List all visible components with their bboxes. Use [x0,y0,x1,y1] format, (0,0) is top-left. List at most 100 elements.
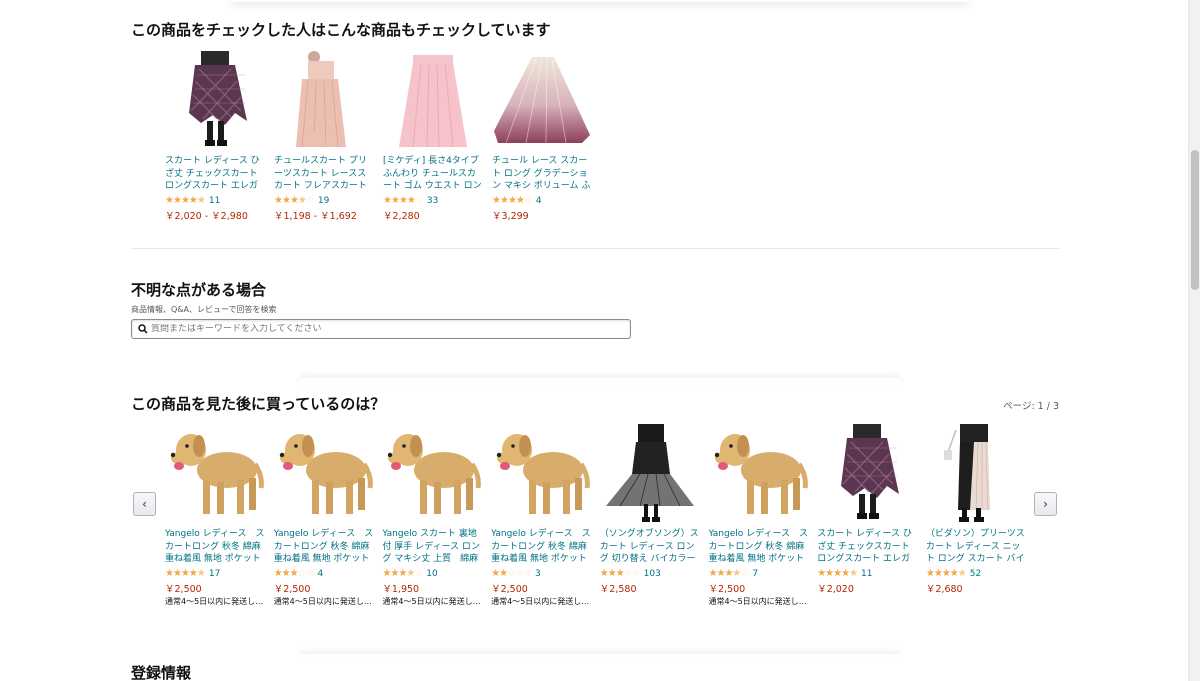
product-price: ￥2,500 [491,584,528,595]
question-search-box[interactable] [131,319,631,339]
product-image[interactable] [165,424,265,524]
product-image[interactable] [165,51,265,151]
product-card[interactable]: （ソングオブソング）スカート レディース ロング 切り替え バイカラー ウエスト… [600,424,700,595]
product-title-link[interactable]: スカート レディース ひざ丈 チェックスカート ロングスカート エレガント フレ… [165,155,265,193]
page-indicator: ページ: 1 / 3 [1003,401,1059,412]
product-title-link[interactable]: Yangelo スカート 裏地付 厚手 レディース ロング マキシ丈 上質 綿麻… [382,528,482,566]
rating-count-link[interactable]: 10 [426,569,437,579]
search-icon [135,324,151,334]
product-price: ￥2,020 - ￥2,980 [165,211,248,222]
product-title-link[interactable]: [ミケディ] 長さ4タイプ ふんわり チュールスカート ゴム ウエスト ロング … [383,155,483,193]
rating-count-link[interactable]: 19 [318,196,329,206]
section-title-questions: 不明な点がある場合 [131,281,267,299]
product-rating[interactable]: ★★★★☆ 7 [709,568,809,580]
product-card[interactable]: Yangelo レディース スカートロング 秋冬 綿麻 重ね着風 無地 ポケット… [709,424,809,607]
product-image[interactable] [274,51,374,151]
rating-count-link[interactable]: 33 [427,196,438,206]
product-price: ￥2,680 [925,584,963,595]
section-title-bought-after-viewing: この商品を見た後に買っているのは？ [131,395,386,413]
product-image[interactable] [709,424,809,524]
product-rating[interactable]: ★★★★☆ 19 [274,195,374,207]
product-rating[interactable]: ★★★☆☆ 4 [274,568,374,580]
product-rating[interactable]: ★★★★★ 52 [926,568,1026,580]
product-title-link[interactable]: Yangelo レディース スカートロング 秋冬 綿麻 重ね着風 無地 ポケット… [165,528,265,566]
product-card[interactable]: チュールスカート プリーツスカート レーススカート フレアスカート 切り替え シ… [274,51,374,222]
carousel-prev-button[interactable]: ‹ [133,492,156,516]
rating-count-link[interactable]: 103 [644,569,661,579]
product-image[interactable] [274,424,374,524]
product-title-link[interactable]: Yangelo レディース スカートロング 秋冬 綿麻 重ね着風 無地 ポケット… [274,528,374,566]
product-price: ￥2,280 [383,211,420,222]
rating-stars-icon[interactable]: ★★★☆☆ [600,569,641,579]
product-rating[interactable]: ★★★★★ 11 [165,195,265,207]
product-image[interactable] [492,51,592,151]
product-title-link[interactable]: （ソングオブソング）スカート レディース ロング 切り替え バイカラー ウエスト… [600,528,700,566]
rating-count-link[interactable]: 3 [535,569,541,579]
rating-count-link[interactable]: 52 [970,569,981,579]
rating-stars-icon[interactable]: ★★★★★ [817,569,858,579]
rating-stars-icon[interactable]: ★★★★★ [165,569,206,579]
product-price: ￥1,950 [382,584,420,595]
delivery-info: 通常4～5日以内に発送します。 [708,597,809,606]
product-image[interactable] [383,51,483,151]
rating-stars-icon[interactable]: ★★★★★ [926,569,967,579]
rating-stars-icon[interactable]: ★★★★☆ [492,196,533,206]
product-price: ￥2,020 [817,584,854,595]
section-title-registration: 登録情報 [131,664,192,681]
delivery-info: 通常4～5日以内に発送します。 [382,597,482,606]
product-card[interactable]: チュール レース スカート ロング グラデーション マキシ ボリューム ふんわり… [492,51,592,222]
product-rating[interactable]: ★★☆☆☆ 3 [491,568,591,580]
rating-stars-icon[interactable]: ★★★★★ [165,196,206,206]
rating-count-link[interactable]: 11 [861,569,872,579]
rating-stars-icon[interactable]: ★★☆☆☆ [491,569,532,579]
product-card[interactable]: Yangelo レディース スカートロング 秋冬 綿麻 重ね着風 無地 ポケット… [491,424,591,607]
product-image[interactable] [600,424,700,524]
product-image[interactable] [382,424,482,524]
rating-count-link[interactable]: 11 [209,196,220,206]
search-hint: 商品情報、Q&A、レビューで回答を検索 [131,305,277,314]
product-title-link[interactable]: Yangelo レディース スカートロング 秋冬 綿麻 重ね着風 無地 ポケット… [491,528,591,566]
rating-count-link[interactable]: 4 [318,569,324,579]
product-rating[interactable]: ★★★☆☆ 103 [600,568,700,580]
product-title-link[interactable]: Yangelo レディース スカートロング 秋冬 綿麻 重ね着風 無地 ポケット… [709,528,809,566]
product-card[interactable]: （ビダソン）プリーツスカート レディース ニット ロング スカート バイカラー … [926,424,1026,595]
delivery-info: 通常4～5日以内に発送します。 [165,597,265,606]
product-card[interactable]: スカート レディース ひざ丈 チェックスカート ロングスカート エレガント フレ… [817,424,917,595]
section-divider [131,248,1060,249]
product-card[interactable]: Yangelo レディース スカートロング 秋冬 綿麻 重ね着風 無地 ポケット… [165,424,265,607]
product-price: ￥2,500 [273,584,311,595]
rating-count-link[interactable]: 7 [752,569,758,579]
scrollbar-thumb[interactable] [1191,150,1199,290]
carousel-next-button[interactable]: › [1034,492,1057,516]
product-image[interactable] [926,424,1026,524]
product-card[interactable]: Yangelo スカート 裏地付 厚手 レディース ロング マキシ丈 上質 綿麻… [382,424,482,607]
product-price: ￥2,500 [165,584,202,595]
rating-stars-icon[interactable]: ★★★★☆ [709,569,750,579]
rating-stars-icon[interactable]: ★★★★☆ [274,196,315,206]
product-price: ￥2,580 [599,584,637,595]
rating-stars-icon[interactable]: ★★★★☆ [382,569,423,579]
page-scrollbar[interactable] [1188,0,1200,681]
product-title-link[interactable]: スカート レディース ひざ丈 チェックスカート ロングスカート エレガント フレ… [817,528,917,566]
product-image[interactable] [817,424,917,524]
chevron-right-icon: › [1043,497,1048,511]
rating-count-link[interactable]: 4 [536,196,542,206]
product-rating[interactable]: ★★★★★ 11 [817,568,917,580]
product-card[interactable]: スカート レディース ひざ丈 チェックスカート ロングスカート エレガント フレ… [165,51,265,222]
section-title-also-viewed: この商品をチェックした人はこんな商品もチェックしています [131,21,551,39]
product-title-link[interactable]: （ビダソン）プリーツスカート レディース ニット ロング スカート バイカラー … [926,528,1026,566]
question-search-input[interactable] [151,324,630,334]
product-card[interactable]: [ミケディ] 長さ4タイプ ふんわり チュールスカート ゴム ウエスト ロング … [383,51,483,222]
top-shadow [230,0,970,2]
product-rating[interactable]: ★★★★☆ 4 [492,195,592,207]
rating-count-link[interactable]: 17 [209,569,220,579]
rating-stars-icon[interactable]: ★★★★☆ [383,196,424,206]
product-image[interactable] [491,424,591,524]
product-card[interactable]: Yangelo レディース スカートロング 秋冬 綿麻 重ね着風 無地 ポケット… [274,424,374,607]
product-rating[interactable]: ★★★★☆ 33 [383,195,483,207]
product-rating[interactable]: ★★★★☆ 10 [382,568,482,580]
rating-stars-icon[interactable]: ★★★☆☆ [274,569,315,579]
product-rating[interactable]: ★★★★★ 17 [165,568,265,580]
product-title-link[interactable]: チュールスカート プリーツスカート レーススカート フレアスカート 切り替え シ… [274,155,374,193]
product-title-link[interactable]: チュール レース スカート ロング グラデーション マキシ ボリューム ふんわり… [492,155,592,193]
